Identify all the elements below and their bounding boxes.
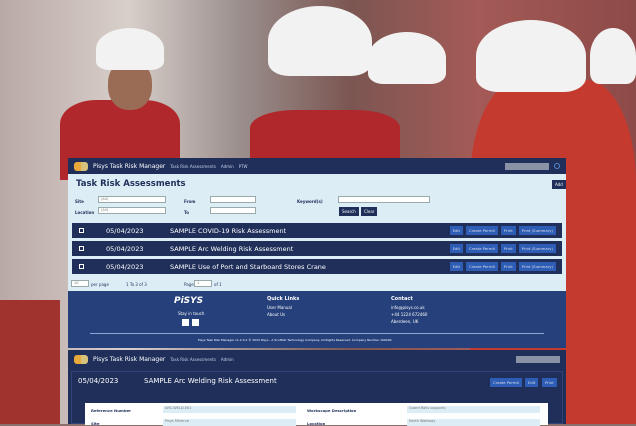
- page-title: Task Risk Assessments: [76, 179, 186, 189]
- detail-title: SAMPLE Arc Welding Risk Assessment: [144, 377, 277, 385]
- row-date: 05/04/2023: [106, 226, 144, 235]
- about-us-link[interactable]: About Us: [267, 312, 285, 317]
- create-permit-button[interactable]: Create Permit: [465, 244, 498, 253]
- copyright: Pisys Task Risk Manager v1.2.3.2 © 2023 …: [198, 338, 392, 342]
- helmet: [476, 20, 586, 92]
- facebook-icon[interactable]: [182, 319, 189, 326]
- print-button[interactable]: Print: [542, 378, 557, 387]
- expand-icon[interactable]: [79, 228, 84, 233]
- site-label: Site: [75, 199, 84, 204]
- location-field: North Walkway: [407, 419, 540, 426]
- table-row[interactable]: 05/04/2023 SAMPLE Arc Welding Risk Assess…: [72, 241, 562, 256]
- print-summary-button[interactable]: Print (Summary): [518, 226, 556, 235]
- nav-task-risk-assessments[interactable]: Task Risk Assessments: [170, 164, 216, 169]
- page-label: Page: [184, 282, 194, 287]
- list-screenshot: Pisys Task Risk Manager Task Risk Assess…: [68, 158, 566, 348]
- from-date-input[interactable]: [210, 196, 256, 203]
- per-page-select[interactable]: 10: [71, 280, 89, 287]
- field-label: Reference Number: [91, 408, 132, 413]
- helmet: [96, 28, 164, 70]
- row-title[interactable]: SAMPLE Arc Welding Risk Assessment: [170, 245, 293, 253]
- phone-text: +44 1224 672460: [391, 312, 428, 317]
- print-button[interactable]: Print: [501, 262, 516, 271]
- address-text: Aberdeen, UK: [391, 319, 419, 324]
- equipment: [0, 300, 60, 424]
- to-label: To: [184, 210, 189, 215]
- range-text: 1 To 3 of 3: [126, 282, 147, 287]
- detail-screenshot: Pisys Task Risk Manager Task Risk Assess…: [68, 350, 566, 426]
- edit-button[interactable]: Edit: [525, 378, 539, 387]
- row-title[interactable]: SAMPLE COVID-19 Risk Assessment: [170, 227, 286, 235]
- field-label: Workscope Description: [307, 408, 357, 413]
- create-permit-button[interactable]: Create Permit: [465, 262, 498, 271]
- email-link[interactable]: info@pisys.co.uk: [391, 305, 425, 310]
- edit-button[interactable]: Edit: [449, 226, 463, 235]
- clear-button[interactable]: Clear: [361, 207, 378, 216]
- row-title[interactable]: SAMPLE Use of Port and Starboard Stores …: [170, 263, 326, 271]
- edit-button[interactable]: Edit: [449, 262, 463, 271]
- logo-icon: [74, 354, 88, 364]
- expand-icon[interactable]: [79, 264, 84, 269]
- navbar: Pisys Task Risk Manager Task Risk Assess…: [68, 158, 566, 174]
- location-label: Location: [75, 210, 95, 215]
- nav-task-risk-assessments[interactable]: Task Risk Assessments: [170, 357, 216, 362]
- footer-logo: PiSYS: [174, 296, 204, 306]
- nav-search-input[interactable]: [516, 355, 560, 363]
- print-summary-button[interactable]: Print (Summary): [518, 262, 556, 271]
- nav-search-input[interactable]: [505, 162, 549, 170]
- table-row[interactable]: 05/04/2023 SAMPLE COVID-19 Risk Assessmen…: [72, 223, 562, 238]
- page-select[interactable]: 1: [194, 280, 212, 287]
- table-row[interactable]: 05/04/2023 SAMPLE Use of Port and Starboa…: [72, 259, 562, 274]
- keywords-label: Keyword(s): [297, 199, 323, 204]
- detail-date: 05/04/2023: [78, 377, 119, 385]
- user-icon[interactable]: [554, 163, 560, 169]
- workscope-field: Guard Rails supports: [407, 406, 540, 413]
- nav-admin[interactable]: Admin: [221, 357, 234, 362]
- linkedin-icon[interactable]: [192, 319, 199, 326]
- site-field: Pisys Minerva: [163, 419, 296, 426]
- search-button[interactable]: Search: [339, 207, 359, 216]
- logo-icon: [74, 161, 88, 171]
- edit-button[interactable]: Edit: [449, 244, 463, 253]
- to-date-input[interactable]: [210, 207, 256, 214]
- helmet: [268, 6, 372, 76]
- contact-title: Contact: [391, 296, 413, 302]
- helmet: [368, 32, 446, 84]
- page-count: of 1: [214, 282, 222, 287]
- details-form: Reference Number ARC-WELD-001 Workscope …: [85, 403, 548, 426]
- app-title: Pisys Task Risk Manager: [93, 162, 166, 170]
- location-select[interactable]: (All): [98, 207, 166, 214]
- create-permit-button[interactable]: Create Permit: [490, 378, 523, 387]
- print-button[interactable]: Print: [501, 244, 516, 253]
- row-date: 05/04/2023: [106, 244, 144, 253]
- row-date: 05/04/2023: [106, 262, 144, 271]
- reference-number-field: ARC-WELD-001: [163, 406, 296, 413]
- helmet: [590, 28, 636, 84]
- quick-links-title: Quick Links: [267, 296, 300, 302]
- footer: PiSYS Stay in touch Quick Links User Man…: [68, 291, 566, 348]
- site-select[interactable]: (All): [98, 196, 166, 203]
- add-button[interactable]: Add: [552, 180, 566, 189]
- footer-divider: [90, 333, 544, 334]
- from-label: From: [184, 199, 196, 204]
- navbar: Pisys Task Risk Manager Task Risk Assess…: [68, 350, 566, 368]
- expand-icon[interactable]: [79, 246, 84, 251]
- create-permit-button[interactable]: Create Permit: [465, 226, 498, 235]
- print-summary-button[interactable]: Print (Summary): [518, 244, 556, 253]
- user-manual-link[interactable]: User Manual: [267, 305, 292, 310]
- print-button[interactable]: Print: [501, 226, 516, 235]
- detail-card: 05/04/2023 SAMPLE Arc Welding Risk Asses…: [71, 371, 563, 426]
- keywords-input[interactable]: [338, 196, 430, 203]
- per-page-label: per page: [91, 282, 109, 287]
- stay-in-touch: Stay in touch: [178, 311, 205, 316]
- nav-admin[interactable]: Admin: [221, 164, 234, 169]
- nav-ptw[interactable]: PTW: [239, 164, 248, 169]
- app-title: Pisys Task Risk Manager: [93, 355, 166, 363]
